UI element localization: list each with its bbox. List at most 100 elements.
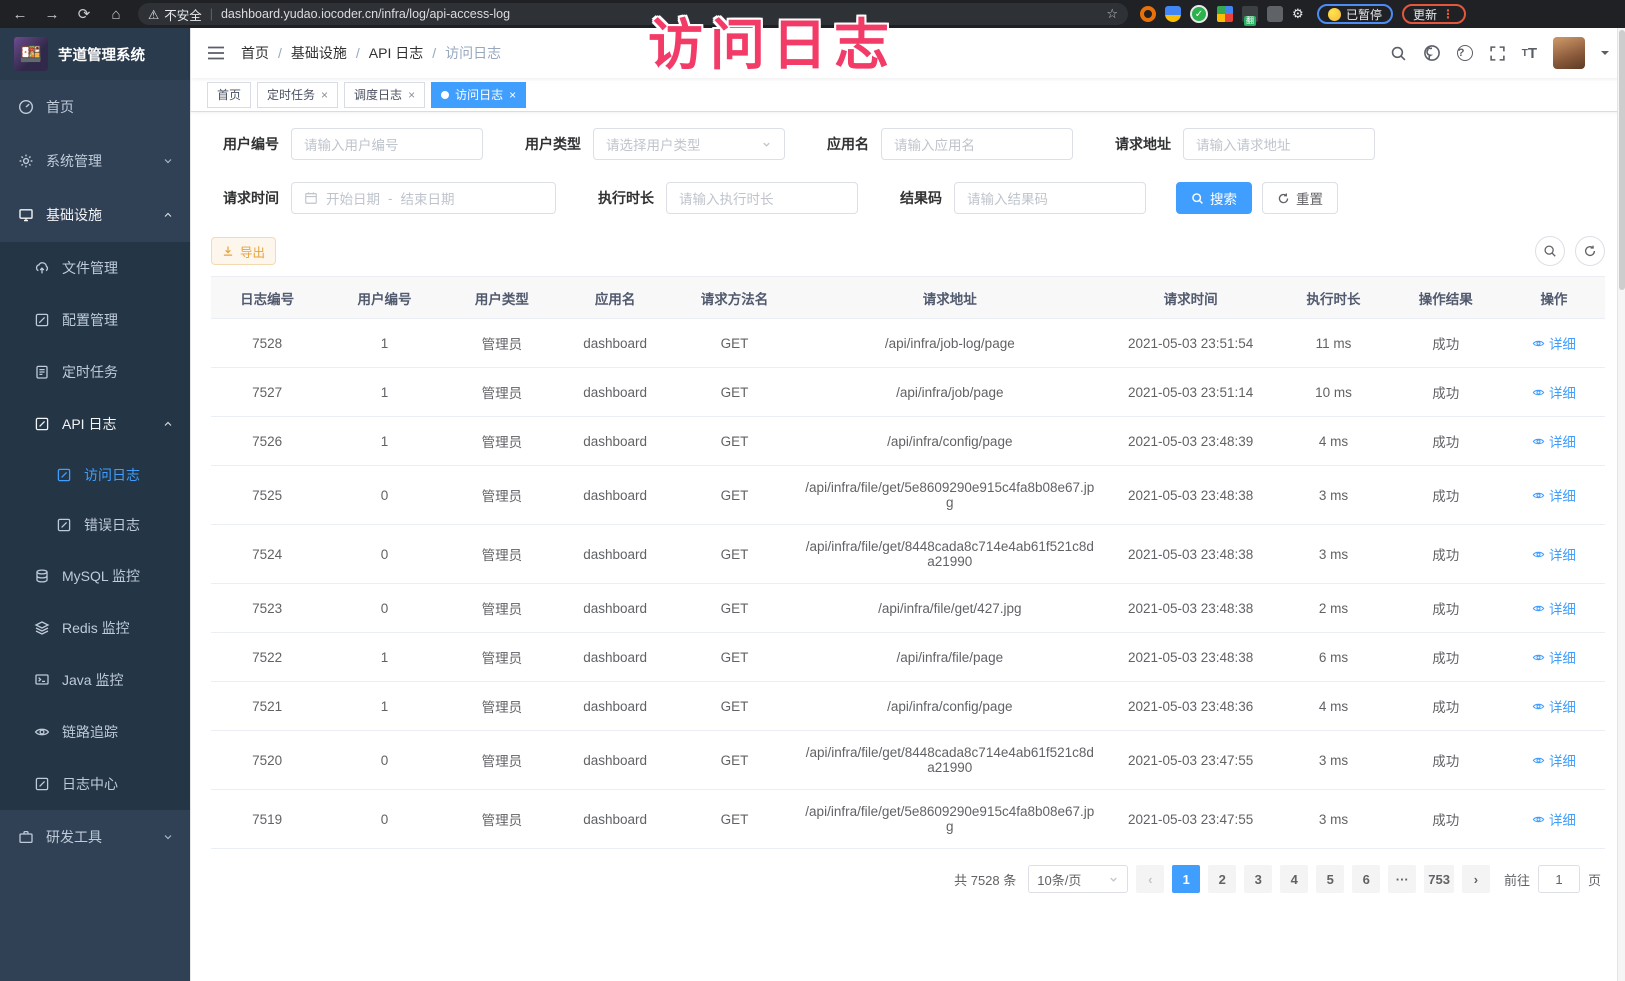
page-number-button[interactable]: 3 (1244, 865, 1272, 893)
browser-back-icon[interactable]: ← (10, 6, 30, 23)
duration-input[interactable]: 请输入执行时长 (666, 182, 858, 214)
edit-square-icon (34, 776, 50, 792)
sidebar-item-dev-tools[interactable]: 研发工具 (0, 810, 190, 864)
github-icon[interactable] (1423, 44, 1441, 62)
page-number-button[interactable]: 6 (1352, 865, 1380, 893)
detail-link[interactable]: 详细 (1532, 485, 1576, 505)
sidebar-item-system[interactable]: 系统管理 (0, 134, 190, 188)
table-cell: 0 (323, 466, 445, 525)
page-ellipsis[interactable]: ··· (1388, 865, 1416, 893)
detail-link[interactable]: 详细 (1532, 544, 1576, 564)
breadcrumb-home[interactable]: 首页 (241, 43, 269, 63)
table-cell: GET (672, 368, 797, 417)
page-number-button[interactable]: 5 (1316, 865, 1344, 893)
update-pill[interactable]: 更新⋮ (1402, 4, 1466, 24)
tab-job[interactable]: 定时任务× (257, 82, 338, 108)
search-icon[interactable] (1390, 45, 1407, 62)
table-cell: GET (672, 319, 797, 368)
table-cell: 7521 (211, 682, 323, 731)
page-size-select[interactable]: 10条/页 (1028, 865, 1128, 893)
eye-icon (1532, 700, 1545, 713)
page-header: 首页 / 基础设施 / API 日志 / 访问日志 ? TT (191, 28, 1625, 78)
url-bar[interactable]: ⚠不安全 | dashboard.yudao.iocoder.cn/infra/… (138, 3, 1128, 25)
sidebar-item-mysql[interactable]: MySQL 监控 (0, 550, 190, 602)
sidebar-item-error-log[interactable]: 错误日志 (0, 500, 190, 550)
table-cell: 7519 (211, 790, 323, 849)
tab-home[interactable]: 首页 (207, 82, 251, 108)
page-number-button[interactable]: 4 (1280, 865, 1308, 893)
fullscreen-icon[interactable] (1489, 45, 1506, 62)
extension-icon-gray[interactable] (1267, 6, 1283, 22)
user-avatar[interactable] (1553, 37, 1585, 69)
result-code-input[interactable]: 请输入结果码 (954, 182, 1146, 214)
close-icon[interactable]: × (408, 88, 415, 102)
detail-link[interactable]: 详细 (1532, 598, 1576, 618)
extension-icon-green-check[interactable]: ✓ (1190, 5, 1208, 23)
sidebar-item-job[interactable]: 定时任务 (0, 346, 190, 398)
avatar-caret-icon[interactable] (1601, 51, 1609, 59)
chevron-up-icon (162, 418, 174, 430)
detail-link[interactable]: 详细 (1532, 431, 1576, 451)
detail-link[interactable]: 详细 (1532, 750, 1576, 770)
sidebar-item-redis[interactable]: Redis 监控 (0, 602, 190, 654)
sidebar-item-api-log[interactable]: API 日志 (0, 398, 190, 450)
detail-link[interactable]: 详细 (1532, 333, 1576, 353)
user-id-input[interactable]: 请输入用户编号 (291, 128, 483, 160)
scrollbar-thumb[interactable] (1619, 30, 1625, 290)
extension-icon-grid[interactable] (1217, 6, 1233, 22)
toggle-search-button[interactable] (1535, 236, 1565, 266)
page-number-button[interactable]: 753 (1424, 865, 1454, 893)
search-button[interactable]: 搜索 (1176, 182, 1252, 214)
table-cell: GET (672, 525, 797, 584)
extension-icon-orange[interactable] (1140, 6, 1156, 22)
next-page-button[interactable]: › (1462, 865, 1490, 893)
tab-job-log[interactable]: 调度日志× (344, 82, 425, 108)
table-cell: /api/infra/file/get/427.jpg (797, 584, 1103, 633)
detail-link[interactable]: 详细 (1532, 809, 1576, 829)
sidebar-item-file[interactable]: 文件管理 (0, 242, 190, 294)
browser-forward-icon[interactable]: → (42, 6, 62, 23)
close-icon[interactable]: × (509, 88, 516, 102)
sidebar-item-infra[interactable]: 基础设施 (0, 188, 190, 242)
bookmark-star-icon[interactable]: ☆ (1106, 6, 1118, 22)
goto-page-input[interactable]: 1 (1538, 865, 1580, 893)
tab-access-log[interactable]: 访问日志× (431, 82, 526, 108)
security-warning[interactable]: ⚠不安全 (148, 5, 202, 24)
page-number-button[interactable]: 1 (1172, 865, 1200, 893)
extensions-puzzle-icon[interactable]: ⚙ (1292, 6, 1308, 22)
detail-link[interactable]: 详细 (1532, 382, 1576, 402)
sidebar-item-trace[interactable]: 链路追踪 (0, 706, 190, 758)
browser-scrollbar[interactable] (1617, 28, 1625, 981)
help-icon[interactable]: ? (1457, 45, 1473, 61)
user-type-select[interactable]: 请选择用户类型 (593, 128, 785, 160)
request-url-input[interactable]: 请输入请求地址 (1183, 128, 1375, 160)
sidebar-item-config[interactable]: 配置管理 (0, 294, 190, 346)
sidebar-item-access-log[interactable]: 访问日志 (0, 450, 190, 500)
date-range-picker[interactable]: 开始日期 - 结束日期 (291, 182, 556, 214)
eye-icon (1532, 548, 1545, 561)
font-size-icon[interactable]: TT (1522, 45, 1537, 62)
detail-link[interactable]: 详细 (1532, 696, 1576, 716)
breadcrumb-infra[interactable]: 基础设施 (291, 43, 347, 63)
sidebar-item-home[interactable]: 首页 (0, 80, 190, 134)
browser-reload-icon[interactable]: ⟳ (74, 5, 94, 23)
close-icon[interactable]: × (321, 88, 328, 102)
action-cell: 详细 (1503, 790, 1605, 849)
table-row: 75190管理员dashboardGET/api/infra/file/get/… (211, 790, 1605, 849)
paused-pill[interactable]: 已暂停 (1317, 4, 1393, 24)
reset-button[interactable]: 重置 (1262, 182, 1338, 214)
export-button[interactable]: 导出 (211, 237, 276, 265)
prev-page-button[interactable]: ‹ (1136, 865, 1164, 893)
sidebar-item-java[interactable]: Java 监控 (0, 654, 190, 706)
sidebar-item-log-center[interactable]: 日志中心 (0, 758, 190, 810)
browser-home-icon[interactable]: ⌂ (106, 6, 126, 23)
extension-icon-shield[interactable] (1165, 6, 1181, 22)
breadcrumb-api-log[interactable]: API 日志 (369, 43, 423, 63)
page-number-button[interactable]: 2 (1208, 865, 1236, 893)
refresh-table-button[interactable] (1575, 236, 1605, 266)
hamburger-icon[interactable] (207, 45, 225, 61)
filter-request-url: 请求地址 请输入请求地址 (1103, 128, 1375, 160)
extension-icon-translate[interactable]: 翻 (1242, 6, 1258, 22)
detail-link[interactable]: 详细 (1532, 647, 1576, 667)
app-name-input[interactable]: 请输入应用名 (881, 128, 1073, 160)
